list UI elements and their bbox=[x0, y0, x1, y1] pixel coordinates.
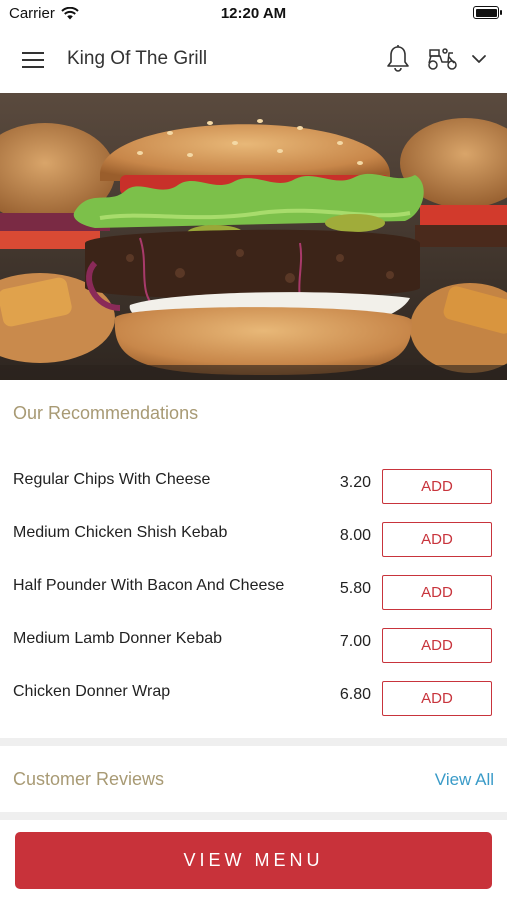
add-button[interactable]: ADD bbox=[382, 469, 492, 504]
section-divider bbox=[0, 738, 507, 746]
list-item: Half Pounder With Bacon And Cheese 5.80 … bbox=[0, 561, 507, 614]
battery-icon bbox=[473, 6, 502, 19]
item-price: 6.80 bbox=[339, 686, 371, 703]
list-item: Medium Lamb Donner Kebab 7.00 ADD bbox=[0, 614, 507, 667]
item-price: 3.20 bbox=[339, 474, 371, 491]
delivery-scooter-icon[interactable] bbox=[425, 45, 461, 73]
item-name: Regular Chips With Cheese bbox=[13, 471, 211, 488]
reviews-title: Customer Reviews bbox=[13, 769, 165, 789]
item-name: Medium Lamb Donner Kebab bbox=[13, 630, 223, 647]
view-menu-button[interactable]: VIEW MENU bbox=[15, 832, 492, 889]
app-title: King Of The Grill bbox=[67, 48, 208, 69]
app-header: King Of The Grill bbox=[0, 28, 507, 92]
add-button[interactable]: ADD bbox=[382, 681, 492, 716]
item-price: 5.80 bbox=[339, 580, 371, 597]
bell-icon[interactable] bbox=[384, 44, 412, 74]
add-button[interactable]: ADD bbox=[382, 575, 492, 610]
recommendations-title: Our Recommendations bbox=[13, 403, 199, 423]
add-button[interactable]: ADD bbox=[382, 628, 492, 663]
add-button[interactable]: ADD bbox=[382, 522, 492, 557]
item-price: 8.00 bbox=[339, 527, 371, 544]
item-price: 7.00 bbox=[339, 633, 371, 650]
chevron-down-icon[interactable] bbox=[468, 48, 490, 70]
status-bar: Carrier 12:20 AM bbox=[0, 0, 507, 28]
section-divider bbox=[0, 812, 507, 820]
hamburger-menu-icon[interactable] bbox=[18, 46, 48, 74]
list-item: Regular Chips With Cheese 3.20 ADD bbox=[0, 455, 507, 508]
item-name: Half Pounder With Bacon And Cheese bbox=[13, 577, 285, 594]
status-time: 12:20 AM bbox=[220, 5, 287, 22]
list-item: Chicken Donner Wrap 6.80 ADD bbox=[0, 667, 507, 720]
list-item: Medium Chicken Shish Kebab 8.00 ADD bbox=[0, 508, 507, 561]
hero-burger-image bbox=[0, 93, 507, 380]
item-name: Chicken Donner Wrap bbox=[13, 683, 171, 700]
view-all-link[interactable]: View All bbox=[435, 770, 494, 790]
item-name: Medium Chicken Shish Kebab bbox=[13, 524, 228, 541]
